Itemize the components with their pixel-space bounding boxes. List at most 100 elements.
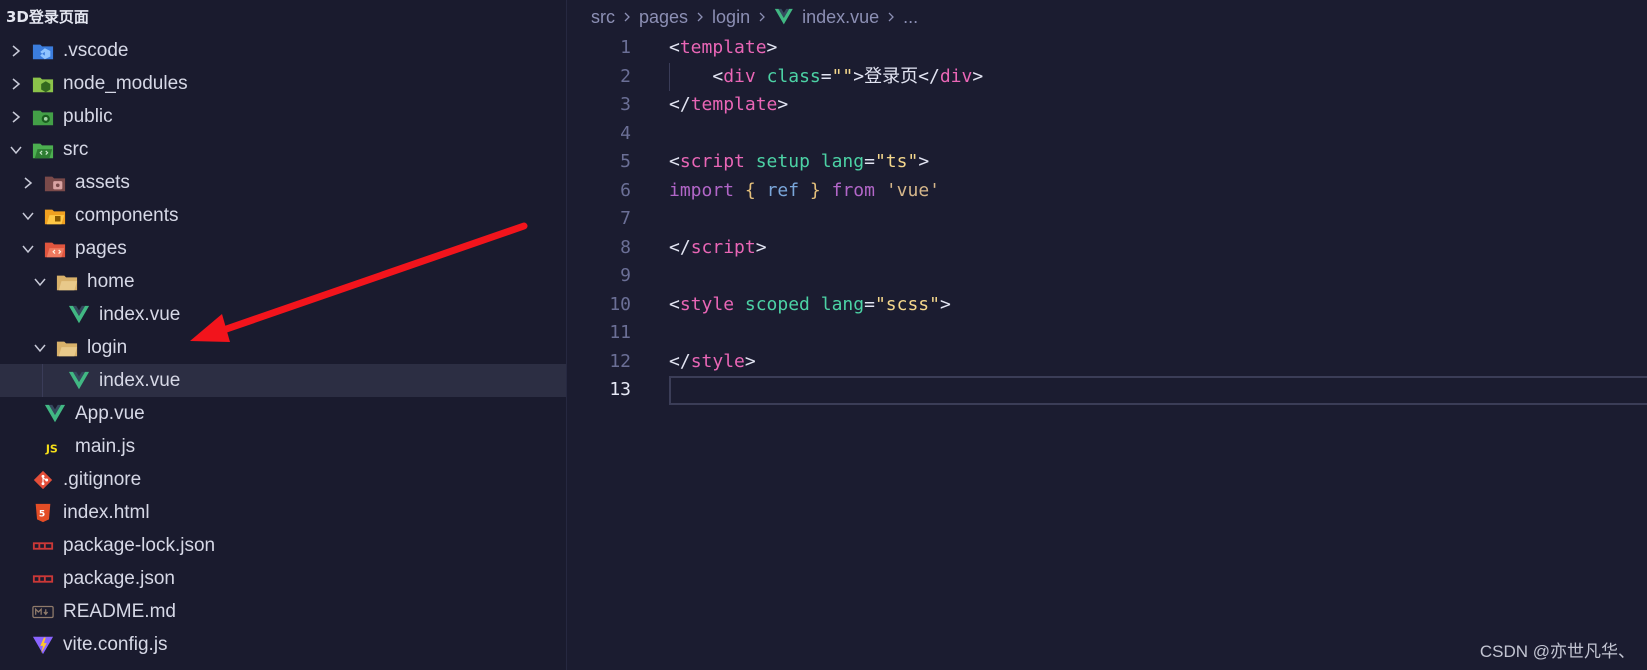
code-line[interactable]: 7	[567, 205, 1647, 234]
code-token: lang	[820, 151, 865, 172]
tree-item[interactable]: node_modules	[0, 67, 566, 100]
components-folder-icon	[43, 205, 67, 227]
tree-item[interactable]: home	[0, 265, 566, 298]
folder-open-icon	[55, 271, 79, 293]
vue-icon	[67, 304, 91, 326]
current-line-highlight	[669, 376, 1647, 405]
watermark: CSDN @亦世凡华、	[1479, 642, 1635, 661]
code-token: >	[972, 65, 984, 87]
code-text: import { ref } from 'vue'	[631, 177, 940, 206]
code-line[interactable]: 3 </template>	[567, 91, 1647, 120]
code-line[interactable]: 2 <div class="">登录页</div>	[567, 62, 1647, 92]
code-token: "ts"	[874, 151, 919, 172]
tree-item[interactable]: login	[0, 331, 566, 364]
tree-item-label: assets	[75, 171, 130, 193]
tree-item[interactable]: pages	[0, 232, 566, 265]
vue-icon	[43, 403, 67, 425]
breadcrumb-pages[interactable]: pages	[639, 7, 688, 28]
tree-item[interactable]: .gitignore	[0, 463, 566, 496]
chevron-right-icon[interactable]	[8, 109, 24, 125]
tree-item[interactable]: JS main.js	[0, 430, 566, 463]
indent-guide	[669, 62, 670, 91]
code-line[interactable]: 5 <script setup lang="ts">	[567, 148, 1647, 177]
breadcrumb-login[interactable]: login	[712, 7, 750, 28]
chevron-right-icon	[621, 11, 633, 23]
tree-item[interactable]: .vscode	[0, 34, 566, 67]
tree-item[interactable]: vite.config.js	[0, 628, 566, 661]
code-editor: src pages login index.vue ... 1 <template…	[567, 0, 1647, 670]
tree-item[interactable]: index.vue	[0, 364, 566, 397]
breadcrumb-file[interactable]: index.vue	[802, 7, 879, 28]
code-token: >	[766, 37, 778, 58]
tree-item[interactable]: package.json	[0, 562, 566, 595]
code-line[interactable]: 13	[567, 376, 1647, 405]
code-area[interactable]: 1 <template> 2 <div class="">登录页</div> 3 </t…	[567, 34, 1647, 405]
code-token: lang	[820, 293, 865, 315]
chevron-down-icon[interactable]	[32, 340, 48, 356]
tree-item[interactable]: App.vue	[0, 397, 566, 430]
code-line[interactable]: 12 </style>	[567, 348, 1647, 377]
tree-item-label: package-lock.json	[63, 534, 216, 556]
tree-item-label: README.md	[63, 600, 176, 622]
code-line[interactable]: 1 <template>	[567, 34, 1647, 63]
code-token: =	[820, 65, 832, 87]
code-token: div	[723, 65, 756, 87]
chevron-right-icon[interactable]	[20, 175, 36, 191]
code-text: </style>	[631, 348, 756, 377]
chevron-right-icon[interactable]	[8, 76, 24, 92]
code-text: </script>	[631, 234, 767, 263]
tree-item-label: pages	[75, 237, 127, 259]
chevron-down-icon[interactable]	[20, 241, 36, 257]
tree-item[interactable]: components	[0, 199, 566, 232]
tree-item-label: node_modules	[63, 72, 188, 94]
code-token: </	[669, 236, 691, 258]
tree-item[interactable]: public	[0, 100, 566, 133]
tree-item-label: public	[63, 105, 113, 127]
markdown-icon	[31, 601, 55, 623]
folder-open-icon	[55, 337, 79, 359]
code-line[interactable]: 11	[567, 319, 1647, 348]
code-line[interactable]: 10 <style scoped lang="scss">	[567, 291, 1647, 320]
line-number: 3	[620, 94, 631, 115]
svg-text:JS: JS	[45, 442, 58, 455]
code-line[interactable]: 8 </script>	[567, 234, 1647, 263]
chevron-right-icon	[756, 11, 768, 23]
svg-text:5: 5	[39, 508, 45, 519]
code-token: style	[679, 293, 735, 315]
tree-item-label: src	[63, 138, 89, 160]
code-token: >	[744, 350, 756, 372]
code-line[interactable]: 6 import { ref } from 'vue'	[567, 177, 1647, 206]
tree-item[interactable]: src	[0, 133, 566, 166]
pages-folder-icon	[43, 238, 67, 260]
code-token: 'vue'	[885, 179, 940, 201]
chevron-down-icon[interactable]	[32, 274, 48, 290]
breadcrumb-more[interactable]: ...	[903, 7, 918, 28]
tree-item[interactable]: package-lock.json	[0, 529, 566, 562]
tree-item[interactable]: README.md	[0, 595, 566, 628]
tree-item[interactable]: 5 index.html	[0, 496, 566, 529]
code-line[interactable]: 4	[567, 120, 1647, 149]
chevron-right-icon[interactable]	[8, 43, 24, 59]
tree-item[interactable]: assets	[0, 166, 566, 199]
code-text: <div class="">登录页</div>	[631, 63, 983, 92]
chevron-down-icon[interactable]	[20, 208, 36, 224]
chevron-right-icon	[694, 11, 706, 23]
line-number: 13	[609, 379, 631, 400]
tree-item[interactable]: index.vue	[0, 298, 566, 331]
chevron-down-icon[interactable]	[8, 142, 24, 158]
code-line[interactable]: 9	[567, 262, 1647, 291]
line-number: 2	[620, 65, 631, 87]
code-token: style	[690, 350, 745, 372]
line-number: 4	[620, 122, 631, 144]
breadcrumb-src[interactable]: src	[591, 7, 615, 28]
tree-item-label: package.json	[63, 567, 175, 589]
